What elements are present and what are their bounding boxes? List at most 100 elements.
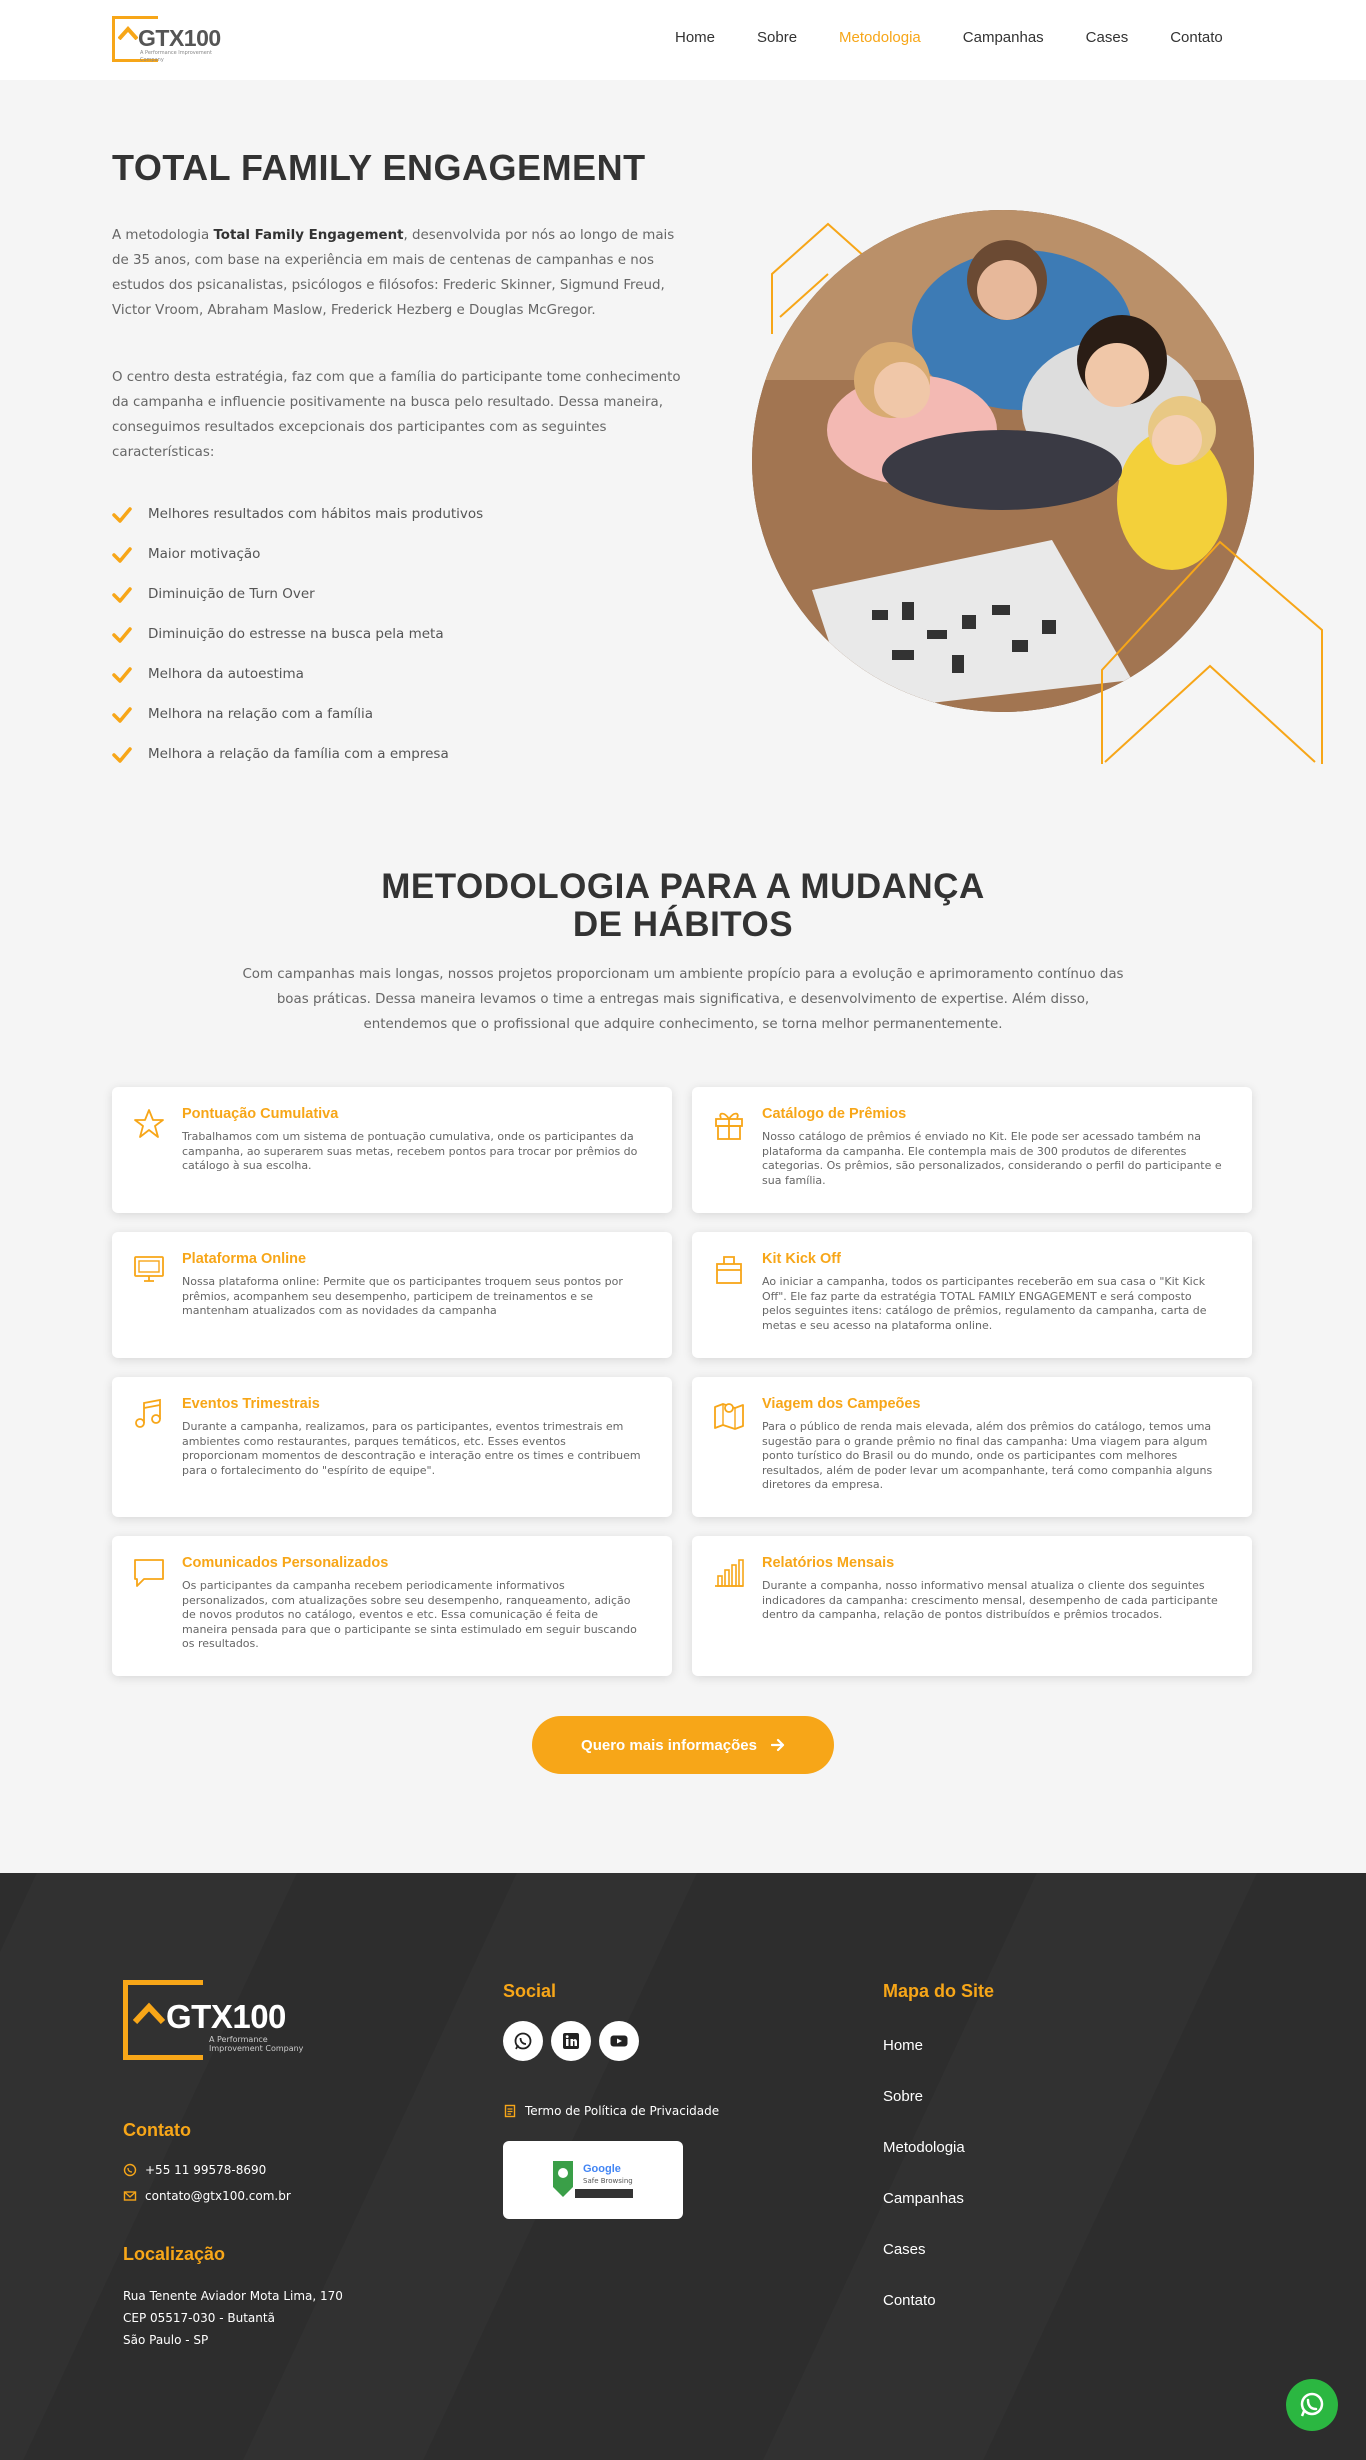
list-item: Diminuição de Turn Over — [112, 586, 483, 626]
main-nav: Home Sobre Metodologia Campanhas Cases C… — [675, 29, 1223, 46]
whatsapp-small-icon — [123, 2163, 137, 2177]
card-title: Plataforma Online — [182, 1251, 307, 1267]
badge-title: Google — [583, 2163, 621, 2175]
card-title: Viagem dos Campeões — [762, 1396, 921, 1412]
gift-icon — [715, 1112, 743, 1140]
card-plataforma-online: Plataforma Online Nossa plataforma onlin… — [112, 1232, 672, 1358]
document-icon — [504, 2104, 516, 2118]
card-title: Comunicados Personalizados — [182, 1555, 389, 1571]
gtx100-logo[interactable]: GTX100 A Performance Improvement Company — [112, 16, 222, 64]
list-item-label: Melhora na relação com a família — [148, 706, 373, 722]
phone-number: +55 11 99578-8690 — [145, 2163, 267, 2177]
card-text: Durante a campanha, realizamos, para os … — [182, 1420, 641, 1477]
footer-logo-tagline: A Performance Improvement Company — [209, 2035, 304, 2053]
check-icon — [112, 507, 132, 523]
list-item-label: Diminuição do estresse na busca pela met… — [148, 626, 444, 642]
card-relatorios-mensais: Relatórios Mensais Durante a companha, n… — [692, 1536, 1252, 1676]
list-item: Melhora na relação com a família — [112, 706, 483, 746]
card-comunicados-personalizados: Comunicados Personalizados Os participan… — [112, 1536, 672, 1676]
privacy-policy-link[interactable]: Termo de Política de Privacidade — [503, 2104, 719, 2118]
card-title: Pontuação Cumulativa — [182, 1106, 339, 1122]
badge-subtitle: Safe Browsing — [583, 2177, 633, 2185]
email-address: contato@gtx100.com.br — [145, 2189, 291, 2203]
privacy-policy-label: Termo de Política de Privacidade — [525, 2104, 720, 2118]
nav-campanhas[interactable]: Campanhas — [963, 29, 1044, 46]
contact-heading: Contato — [123, 2120, 191, 2140]
map-icon — [714, 1403, 744, 1430]
nav-metodologia[interactable]: Metodologia — [839, 29, 921, 46]
sitemap-metodologia[interactable]: Metodologia — [883, 2139, 965, 2156]
check-icon — [112, 667, 132, 683]
check-icon — [112, 587, 132, 603]
card-title: Eventos Trimestrais — [182, 1396, 320, 1412]
linkedin-icon[interactable] — [551, 2021, 591, 2061]
box-icon — [716, 1256, 742, 1284]
sitemap-heading: Mapa do Site — [883, 1981, 995, 2001]
nav-contato[interactable]: Contato — [1170, 29, 1223, 46]
check-icon — [112, 707, 132, 723]
footer-logo-text: GTX100 — [166, 1998, 286, 2035]
card-viagem-dos-campeoes: Viagem dos Campeões Para o público de re… — [692, 1377, 1252, 1517]
card-text: Os participantes da campanha recebem per… — [182, 1579, 637, 1650]
footer-logo-chevron-icon — [133, 2002, 165, 2024]
nav-cases[interactable]: Cases — [1086, 29, 1129, 46]
card-text: Nosso catálogo de prêmios é enviado no K… — [762, 1130, 1222, 1187]
more-info-label: Quero mais informações — [581, 1736, 757, 1754]
footer-bg-shape — [763, 1873, 1257, 2460]
list-item: Melhora da autoestima — [112, 666, 483, 706]
card-kit-kick-off: Kit Kick Off Ao iniciar a campanha, todo… — [692, 1232, 1252, 1358]
sitemap-cases[interactable]: Cases — [883, 2241, 926, 2258]
methodology-title: METODOLOGIA PARA A MUDANÇA DE HÁBITOS — [283, 868, 1083, 944]
nav-sobre[interactable]: Sobre — [757, 29, 797, 46]
list-item-label: Diminuição de Turn Over — [148, 586, 315, 602]
methodology-description: Com campanhas mais longas, nossos projet… — [242, 967, 1124, 1032]
card-text: Para o público de renda mais elevada, al… — [762, 1420, 1213, 1491]
card-eventos-trimestrais: Eventos Trimestrais Durante a campanha, … — [112, 1377, 672, 1517]
star-icon — [134, 1109, 164, 1138]
logo-chevron-icon — [118, 26, 138, 40]
list-item-label: Melhora da autoestima — [148, 666, 304, 682]
whatsapp-float-button[interactable] — [1286, 2379, 1338, 2431]
footer-logo[interactable]: GTX100 A Performance Improvement Company — [123, 1980, 313, 2060]
youtube-icon[interactable] — [599, 2021, 639, 2061]
site-header: GTX100 A Performance Improvement Company… — [0, 0, 1366, 80]
sitemap-home[interactable]: Home — [883, 2037, 923, 2054]
list-item: Diminuição do estresse na busca pela met… — [112, 626, 483, 666]
envelope-icon — [123, 2191, 137, 2201]
card-catalogo-de-premios: Catálogo de Prêmios Nosso catálogo de pr… — [692, 1087, 1252, 1213]
more-info-button[interactable]: Quero mais informações — [532, 1716, 834, 1774]
list-item: Melhora a relação da família com a empre… — [112, 746, 483, 786]
benefits-list: Melhores resultados com hábitos mais pro… — [112, 506, 483, 786]
list-item: Maior motivação — [112, 546, 483, 586]
card-text: Nossa plataforma online: Permite que os … — [182, 1275, 623, 1317]
card-text: Durante a companha, nosso informativo me… — [762, 1579, 1218, 1621]
strategy-paragraph: O centro desta estratégia, faz com que a… — [112, 370, 681, 460]
social-heading: Social — [503, 1981, 557, 2001]
intro-bold-term: Total Family Engagement — [213, 228, 404, 243]
card-title: Catálogo de Prêmios — [762, 1106, 907, 1122]
card-pontuacao-cumulativa: Pontuação Cumulativa Trabalhamos com um … — [112, 1087, 672, 1213]
list-item-label: Maior motivação — [148, 546, 261, 562]
arrow-right-icon — [770, 1738, 785, 1752]
bar-chart-icon — [715, 1559, 744, 1587]
logo-tagline: A Performance Improvement Company — [140, 50, 212, 63]
logo-text: GTX100 — [138, 25, 221, 51]
whatsapp-float-icon — [1300, 2392, 1324, 2417]
list-item-label: Melhora a relação da família com a empre… — [148, 746, 449, 762]
google-safe-browsing-badge: Google Safe Browsing — [503, 2141, 683, 2219]
social-links — [503, 2021, 639, 2061]
decorative-chevron-bottom — [1101, 540, 1323, 764]
sitemap-campanhas[interactable]: Campanhas — [883, 2190, 964, 2207]
page-title: TOTAL FAMILY ENGAGEMENT — [112, 147, 646, 188]
check-icon — [112, 627, 132, 643]
card-title: Relatórios Mensais — [762, 1555, 895, 1571]
phone-row[interactable]: +55 11 99578-8690 — [123, 2163, 266, 2177]
sitemap-contato[interactable]: Contato — [883, 2292, 936, 2309]
methodology-title-line1: METODOLOGIA PARA A MUDANÇA — [381, 867, 985, 906]
card-text: Ao iniciar a campanha, todos os particip… — [762, 1275, 1207, 1332]
whatsapp-icon[interactable] — [503, 2021, 543, 2061]
location-heading: Localização — [123, 2244, 226, 2264]
nav-home[interactable]: Home — [675, 29, 715, 46]
sitemap-sobre[interactable]: Sobre — [883, 2088, 923, 2105]
email-row[interactable]: contato@gtx100.com.br — [123, 2189, 291, 2203]
